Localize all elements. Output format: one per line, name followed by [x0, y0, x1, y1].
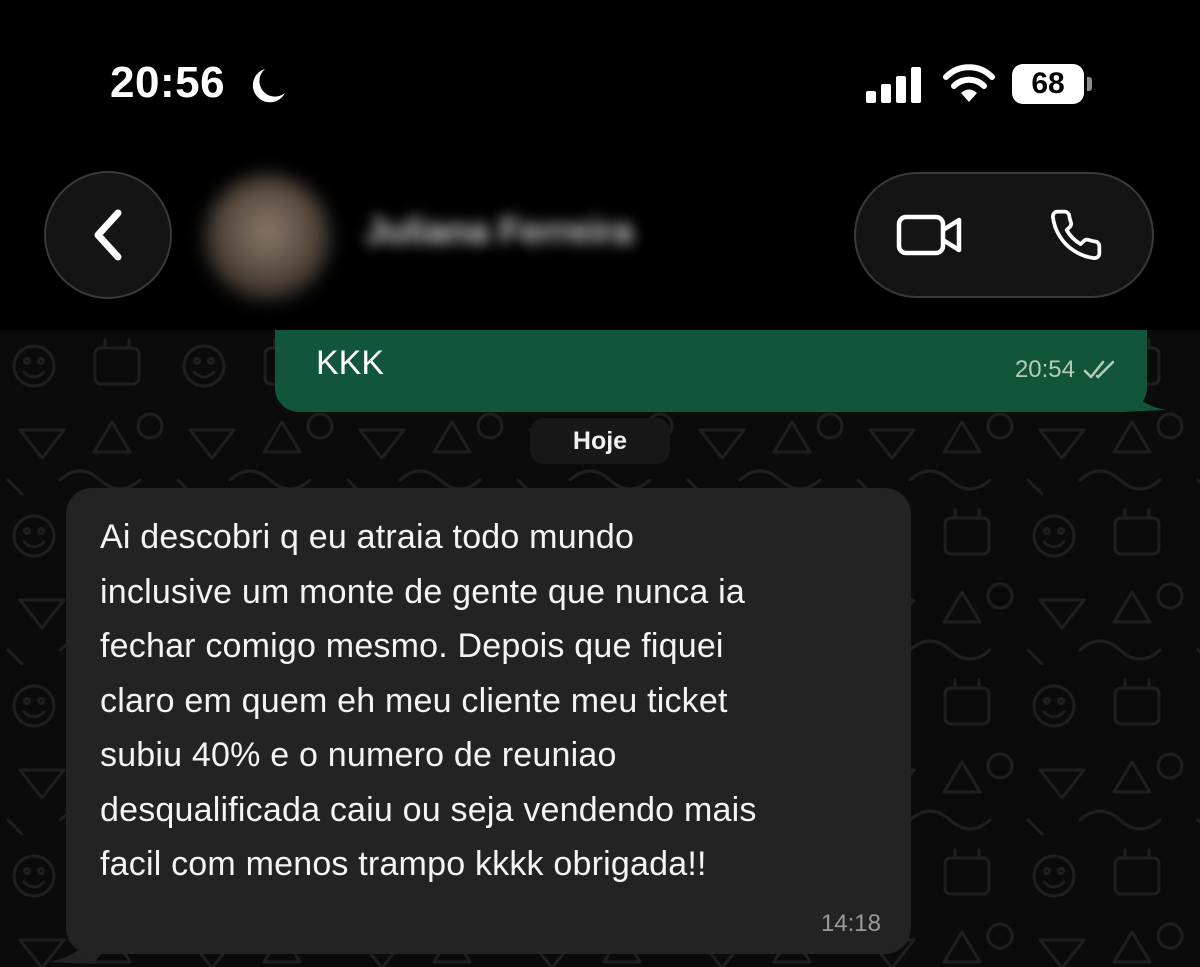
contact-avatar[interactable]: [205, 175, 330, 300]
incoming-message-text: Ai descobri q eu atraia todo mundo inclu…: [100, 518, 757, 883]
status-time: 20:56: [110, 58, 226, 107]
chevron-left-icon: [94, 209, 122, 261]
incoming-message-time: 14:18: [820, 910, 881, 937]
wifi-icon: [943, 64, 995, 102]
phone-icon: [1051, 209, 1102, 260]
back-button[interactable]: [44, 171, 172, 299]
battery-level: 68: [1012, 64, 1084, 104]
double-check-icon: [1083, 360, 1115, 379]
contact-name[interactable]: Juliana Ferreira: [365, 210, 633, 252]
outgoing-message-text: KKK: [316, 344, 385, 382]
outgoing-message-time: 20:54: [1014, 356, 1075, 383]
date-separator: Hoje: [530, 418, 670, 464]
signal-icon: [866, 67, 921, 103]
whatsapp-chat-screen: 20:56 68 Juliana Ferreira KKK 20:54 Hoje…: [0, 0, 1200, 967]
voice-call-button[interactable]: [1040, 200, 1112, 270]
call-actions: [854, 172, 1154, 298]
status-bar: 20:56 68: [0, 0, 1200, 150]
chat-header: Juliana Ferreira: [0, 150, 1200, 330]
battery-cap: [1087, 77, 1092, 91]
incoming-message[interactable]: Ai descobri q eu atraia todo mundo inclu…: [66, 488, 911, 954]
outgoing-message-meta: 20:54: [1015, 356, 1117, 384]
chat-messages[interactable]: KKK 20:54 Hoje Ai descobri q eu atraia t…: [0, 330, 1200, 967]
moon-icon: [252, 69, 285, 103]
video-camera-icon: [896, 214, 962, 256]
video-call-button[interactable]: [890, 202, 970, 268]
battery-icon: 68: [1012, 64, 1094, 104]
outgoing-message[interactable]: KKK 20:54: [275, 330, 1147, 412]
